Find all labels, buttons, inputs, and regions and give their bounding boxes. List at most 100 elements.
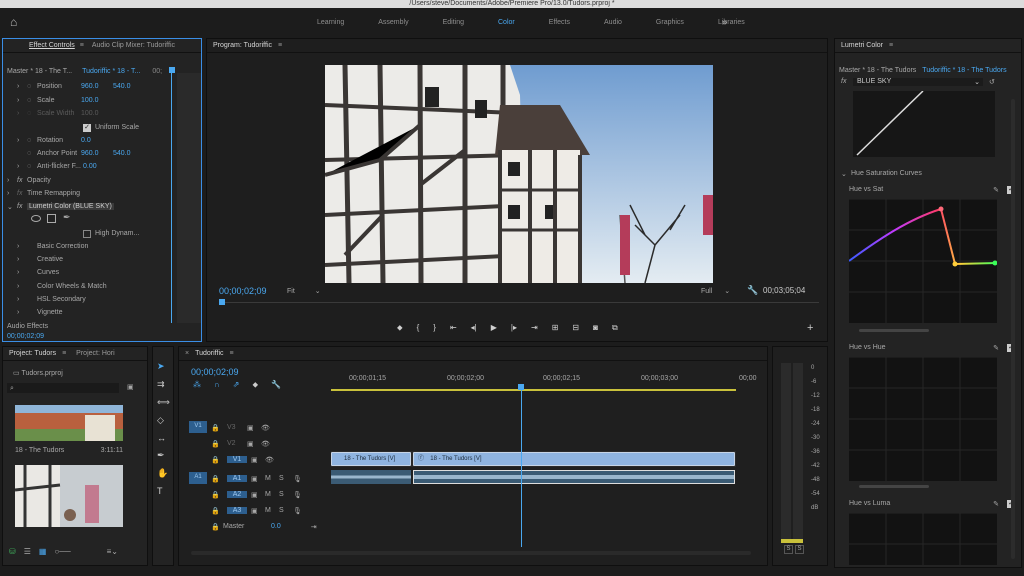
stopwatch-icon[interactable]: ◌ (27, 150, 37, 157)
uniform-scale-checkbox[interactable]: ✓ (83, 123, 91, 132)
workspace-assembly[interactable]: Assembly (378, 19, 408, 26)
high-dynamic-checkbox[interactable] (83, 229, 91, 238)
step-back-icon[interactable]: ◂| (471, 323, 477, 333)
solo-left-button[interactable]: S (784, 545, 793, 554)
zoom-slider[interactable]: ○── (54, 547, 70, 556)
timeline-timecode[interactable]: 00;00;02;09 (191, 367, 239, 377)
stopwatch-icon[interactable]: ◌ (27, 137, 37, 144)
audio-clip-a1-a[interactable] (331, 470, 411, 484)
home-icon[interactable]: ⌂ (10, 15, 24, 29)
lumetri-master-label[interactable]: Master * 18 - The Tudors (839, 67, 916, 74)
tab-project-tudors[interactable]: Project: Tudors (9, 350, 56, 357)
sync-lock-icon[interactable]: ▣ (251, 507, 265, 515)
snap-icon[interactable]: ∩ (214, 380, 220, 390)
track-label[interactable]: A2 (227, 491, 247, 498)
timeline-zoom-scrollbar[interactable] (191, 551, 751, 555)
slip-icon[interactable]: ↔ (157, 433, 170, 443)
audio-clip-a1-b[interactable] (413, 470, 735, 484)
clip-v1-b[interactable]: ⓕ 18 - The Tudors [V] (413, 452, 735, 466)
rotation-value[interactable]: 0.0 (81, 137, 91, 144)
hue-hue-graph[interactable] (849, 356, 997, 481)
sequence-clip-label[interactable]: Tudoriffic * 18 - T... (82, 68, 140, 75)
sync-lock-icon[interactable]: ▣ (251, 456, 265, 464)
panel-menu-icon[interactable]: ≡ (80, 42, 84, 49)
panel-menu-icon[interactable]: ≡ (230, 350, 234, 357)
eyedropper-icon[interactable]: ✎ (993, 186, 999, 194)
lock-icon[interactable]: 🔒 (211, 507, 227, 515)
tab-effect-controls[interactable]: Effect Controls (29, 42, 75, 49)
work-area-bar[interactable] (331, 389, 736, 391)
compare-view-icon[interactable]: ⧉ (612, 323, 618, 333)
pen-mask-icon[interactable]: ✒ (63, 212, 71, 223)
add-button-icon[interactable]: + (807, 322, 813, 334)
type-tool-icon[interactable]: T (157, 486, 170, 496)
clip-v1-a[interactable]: 18 - The Tudors [V] (331, 452, 411, 466)
fit-dropdown[interactable]: Fit ⌄ (287, 287, 327, 295)
track-label[interactable]: A3 (227, 507, 247, 514)
mute-button[interactable]: M (265, 475, 279, 482)
linked-select-icon[interactable]: ⇗ (233, 380, 240, 390)
mute-button[interactable]: M (265, 507, 279, 514)
resolution-dropdown[interactable]: Full ⌄ (701, 287, 741, 295)
tab-project-hori[interactable]: Project: Hori (76, 350, 115, 357)
sync-lock-icon[interactable]: ▣ (247, 424, 261, 432)
workspace-graphics[interactable]: Graphics (656, 19, 684, 26)
lock-icon[interactable]: ⛁ (9, 547, 16, 556)
hsc-section-header[interactable]: ⌄ Hue Saturation Curves (841, 167, 1021, 180)
sync-lock-icon[interactable]: ▣ (251, 491, 265, 499)
eye-icon[interactable]: 👁 (261, 440, 270, 448)
insert-icon[interactable]: ⊞ (552, 323, 559, 333)
track-label[interactable]: A1 (227, 475, 247, 482)
eye-icon[interactable]: 👁 (261, 424, 270, 432)
source-patch-a1[interactable]: A1 (189, 472, 207, 484)
master-volume-value[interactable]: 0.0 (271, 523, 281, 530)
opacity-row[interactable]: › fx Opacity (7, 174, 167, 187)
panel-menu-icon[interactable]: ≡ (278, 42, 282, 49)
hand-tool-icon[interactable]: ✋ (157, 468, 170, 479)
rgb-curve-graph[interactable] (853, 90, 995, 157)
microphone-icon[interactable]: 🎙 (293, 507, 302, 515)
eye-icon[interactable]: 👁 (265, 456, 274, 464)
workspace-color[interactable]: Color (498, 19, 515, 26)
program-scrub-bar[interactable] (219, 302, 819, 303)
tab-program[interactable]: Program: Tudoriffic (213, 42, 272, 49)
go-to-out-icon[interactable]: ⇥ (531, 323, 538, 333)
stopwatch-icon[interactable]: ◌ (27, 97, 37, 104)
lumetri-scrollbar[interactable] (1011, 99, 1015, 559)
workspace-effects[interactable]: Effects (549, 19, 570, 26)
export-frame-icon[interactable]: ◙ (593, 323, 598, 333)
sync-lock-icon[interactable]: ▣ (247, 440, 261, 448)
lock-icon[interactable]: 🔒 (211, 523, 223, 531)
eyedropper-icon[interactable]: ✎ (993, 500, 999, 508)
anchor-x-value[interactable]: 960.0 (81, 150, 113, 157)
microphone-icon[interactable]: 🎙 (293, 491, 302, 499)
clip-thumbnail-1[interactable] (15, 405, 123, 441)
hue-luma-graph[interactable] (849, 512, 997, 565)
icon-view-icon[interactable]: ▦ (39, 547, 47, 556)
lumetri-sequence-label[interactable]: Tudoriffic * 18 - The Tudors (922, 67, 1006, 74)
lock-icon[interactable]: 🔒 (211, 456, 227, 464)
pen-tool-icon[interactable]: ✒ (157, 450, 170, 461)
mark-in-icon[interactable]: { (417, 323, 420, 333)
lumetri-effect-row[interactable]: ⌄ fx Lumetri Color (BLUE SKY) (7, 200, 167, 213)
position-x-value[interactable]: 960.0 (81, 83, 113, 90)
more-workspaces-icon[interactable]: » (722, 17, 727, 27)
section-basic-correction[interactable]: › Basic Correction (17, 240, 167, 253)
time-remap-row[interactable]: › fx Time Remapping (7, 187, 167, 200)
hue-sat-scrollbar[interactable] (859, 329, 929, 332)
settings-wrench-icon[interactable]: 🔧 (271, 380, 281, 390)
scale-value[interactable]: 100.0 (81, 97, 99, 104)
solo-button[interactable]: S (279, 507, 293, 514)
project-item-1[interactable]: 18 - The Tudors 3:11:11 (15, 447, 123, 454)
close-icon[interactable]: × (185, 350, 189, 357)
ec-timecode[interactable]: 00;00;02;09 (7, 333, 44, 340)
project-search-input[interactable]: ⌕ (7, 383, 119, 393)
add-marker-icon[interactable]: ⬥ (252, 380, 258, 390)
track-label[interactable]: V2 (227, 440, 247, 447)
panel-menu-icon[interactable]: ≡ (889, 42, 893, 49)
program-timecode[interactable]: 00;00;02;09 (219, 286, 267, 296)
lock-icon[interactable]: 🔒 (211, 491, 227, 499)
program-playhead[interactable] (219, 299, 225, 305)
sync-lock-icon[interactable]: ▣ (251, 475, 265, 483)
eyedropper-icon[interactable]: ✎ (993, 344, 999, 352)
